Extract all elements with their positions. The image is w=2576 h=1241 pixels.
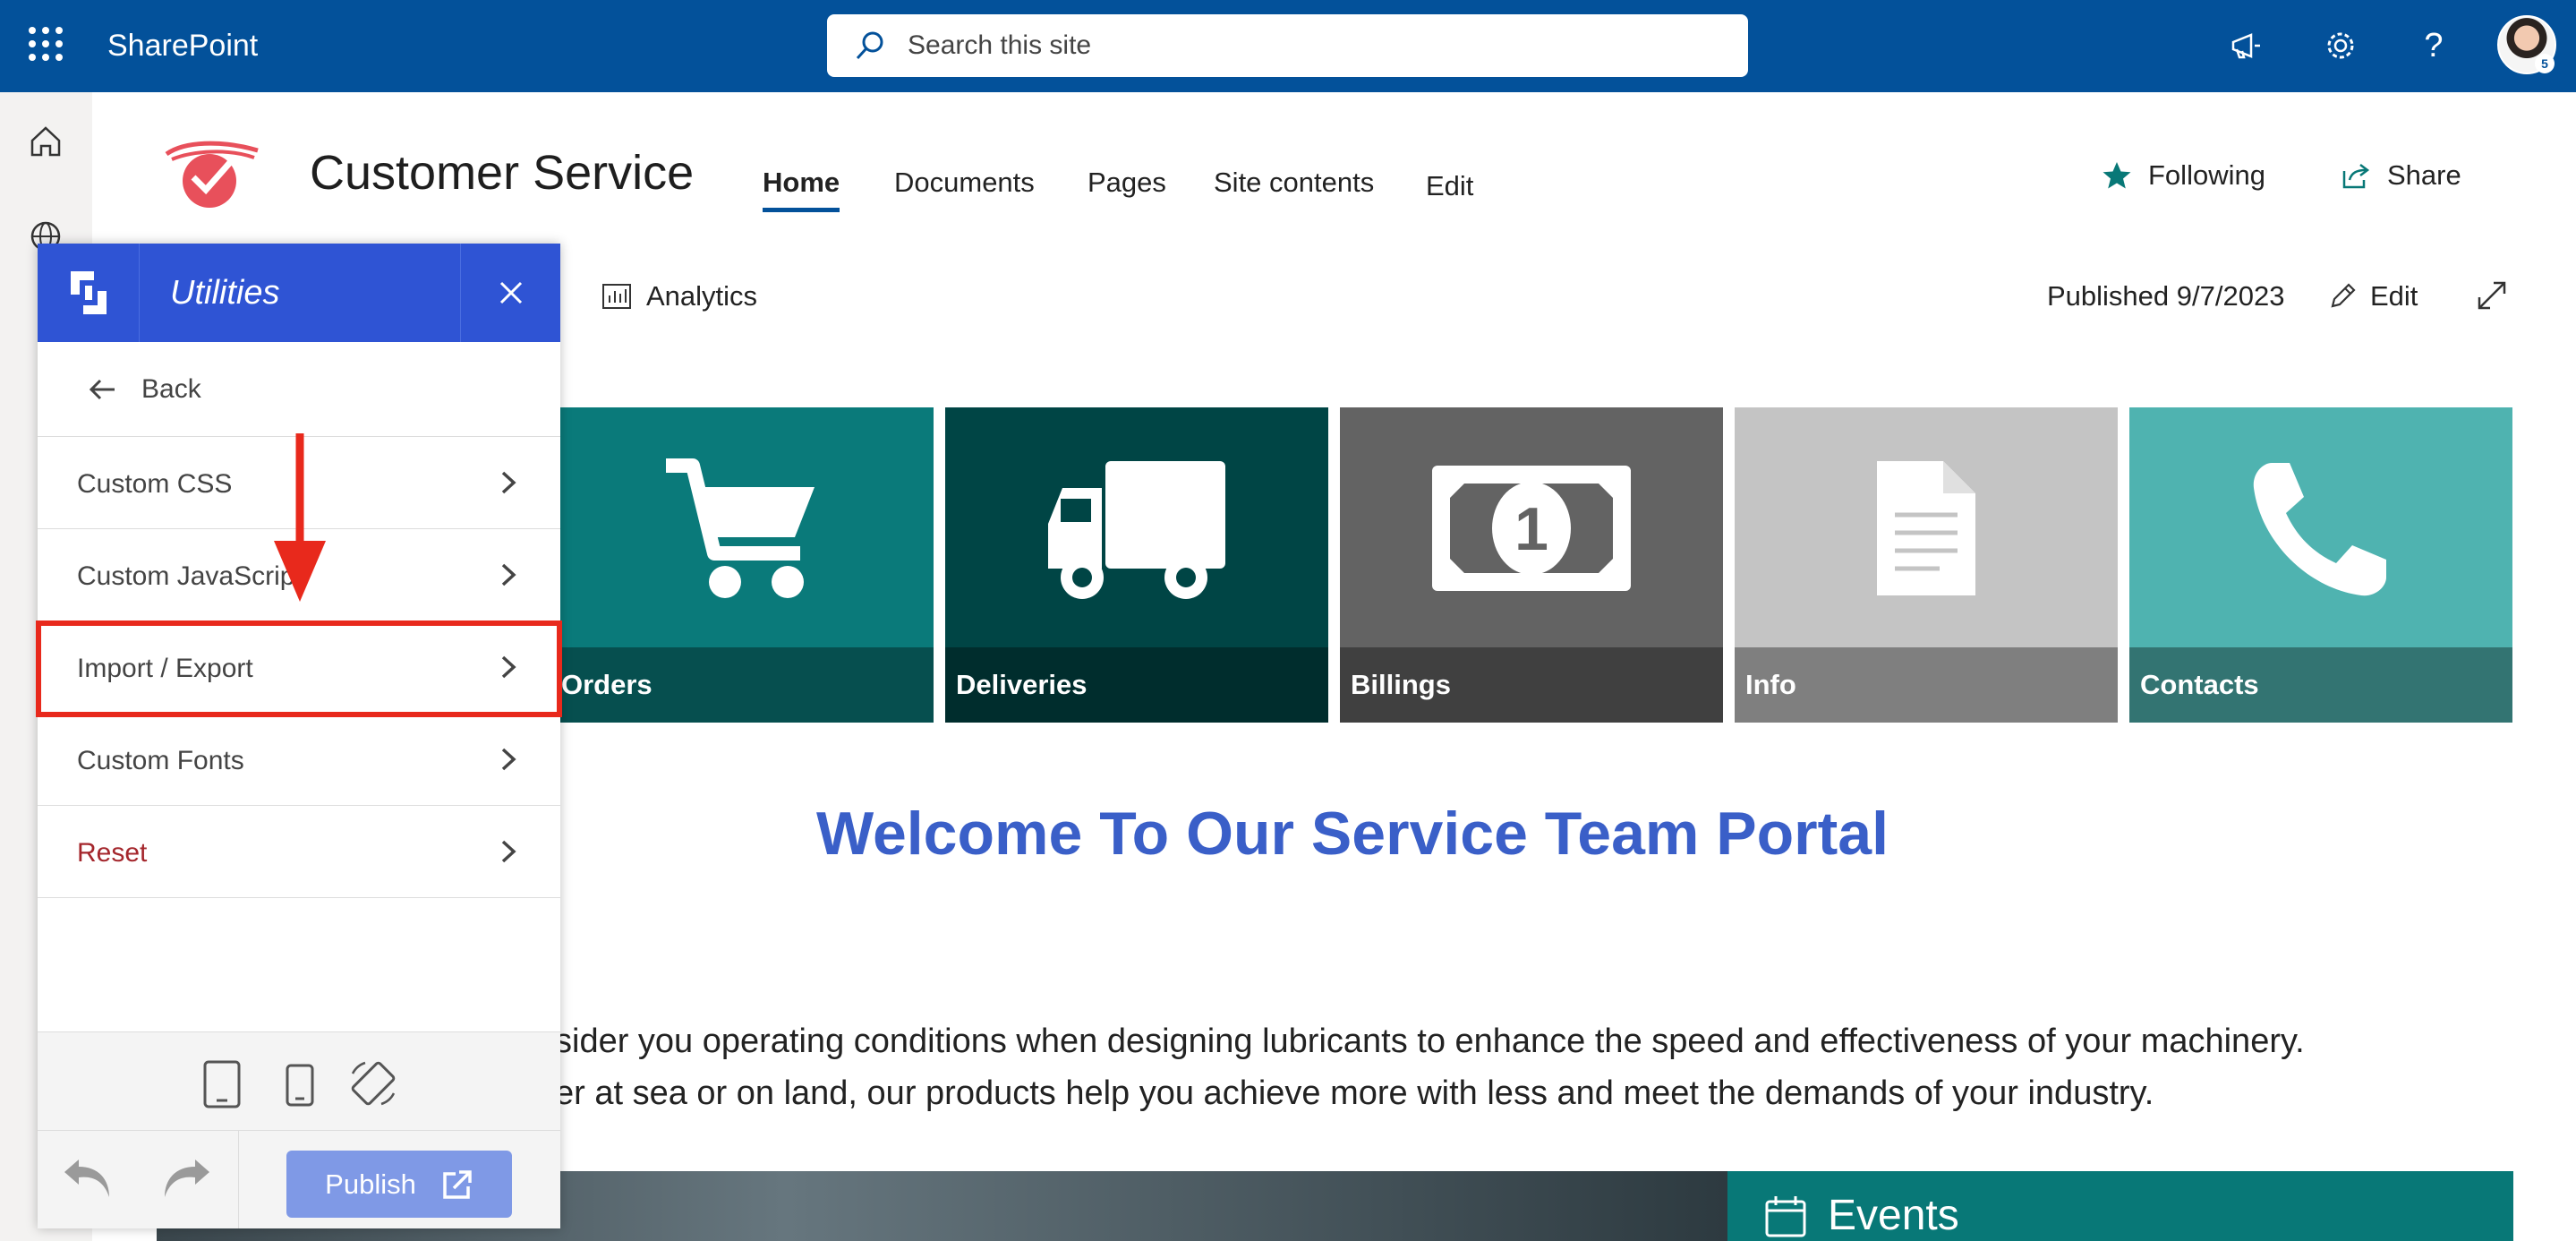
chevron-right-icon [501,471,516,494]
tile-orders[interactable]: Orders [550,407,934,723]
tile-orders-label: Orders [550,647,934,723]
app-launcher-icon[interactable] [29,27,63,61]
expand-icon[interactable] [2474,278,2510,313]
intro-paragraph-line-1: sider you operating conditions when desi… [555,1023,2305,1060]
svg-text:1: 1 [1514,495,1548,563]
welcome-heading: Welcome To Our Service Team Portal [816,800,1889,868]
nav-home[interactable]: Home [763,167,840,212]
external-link-icon [443,1169,472,1199]
published-status: Published 9/7/2023 [2047,280,2285,312]
back-button[interactable]: Back [38,342,560,437]
edit-label: Edit [2370,280,2418,312]
undo-icon [64,1160,109,1197]
edit-page-button[interactable]: Edit [2327,280,2418,312]
chevron-right-icon [501,840,516,863]
site-logo[interactable] [158,133,265,213]
tablet-icon[interactable] [202,1059,242,1109]
redo-icon [165,1160,209,1197]
publish-label: Publish [325,1168,416,1200]
redo-button[interactable] [150,1143,222,1214]
chevron-right-icon [501,748,516,771]
divider [238,1130,239,1228]
site-title[interactable]: Customer Service [310,145,694,201]
tile-billings[interactable]: 1 Billings [1340,407,1723,723]
phone-icon [2253,463,2386,596]
calendar-icon [1765,1196,1806,1237]
document-icon [1877,461,1975,595]
close-icon [499,281,522,304]
search-box[interactable] [827,14,1748,77]
tile-contacts[interactable]: Contacts [2129,407,2512,723]
menu-item-label: Reset [77,838,148,868]
nav-site-contents[interactable]: Site contents [1214,167,1374,199]
analytics-icon [602,284,631,309]
gear-icon[interactable] [2318,23,2363,68]
utilities-panel: Utilities Back Custom CSS Custom JavaScr… [38,244,560,1228]
share-label: Share [2387,159,2461,191]
cart-icon [666,458,815,598]
arrow-left-icon [89,379,115,399]
suite-bar: SharePoint ? 5 [0,0,2576,92]
pencil-icon [2331,283,2356,308]
rotate-device-icon[interactable] [347,1057,399,1109]
events-title: Events [1828,1192,1959,1239]
nav-edit[interactable]: Edit [1426,170,1473,202]
tile-info-label: Info [1735,647,2118,723]
search-input[interactable] [908,30,1713,61]
menu-item-custom-fonts[interactable]: Custom Fonts [38,714,560,806]
events-webpart[interactable]: Events [1727,1171,2513,1241]
share-button[interactable]: Share [2341,159,2461,192]
share-icon [2342,164,2370,189]
tile-billings-label: Billings [1340,647,1723,723]
nav-pages[interactable]: Pages [1088,167,1166,199]
search-icon [856,31,883,60]
notification-badge: 5 [2535,54,2555,73]
home-icon[interactable] [27,123,64,160]
megaphone-icon[interactable] [2223,23,2268,68]
menu-item-label: Custom Fonts [77,746,244,775]
menu-item-reset[interactable]: Reset [38,806,560,898]
highlight-box [36,620,562,717]
following-label: Following [2148,159,2265,191]
following-button[interactable]: Following [2102,159,2265,192]
utilities-title: Utilities [170,274,280,312]
menu-item-label: Custom CSS [77,469,233,499]
nav-documents[interactable]: Documents [894,167,1035,199]
tile-deliveries-label: Deliveries [945,647,1328,723]
app-name[interactable]: SharePoint [107,29,258,64]
undo-button[interactable] [52,1143,124,1214]
intro-paragraph-line-2: er at sea or on land, our products help … [555,1074,2154,1112]
utilities-logo-icon [38,244,140,342]
analytics-label: Analytics [646,280,758,312]
money-icon: 1 [1432,466,1631,591]
publish-button[interactable]: Publish [286,1151,512,1218]
back-label: Back [141,373,201,404]
tile-deliveries[interactable]: Deliveries [945,407,1328,723]
utilities-header: Utilities [38,244,560,342]
close-button[interactable] [460,244,560,342]
star-icon [2103,162,2131,189]
truck-icon [1048,461,1225,599]
red-arrow-annotation [274,433,326,602]
tile-info[interactable]: Info [1735,407,2118,723]
mobile-icon[interactable] [285,1063,315,1108]
tile-contacts-label: Contacts [2129,647,2512,723]
device-preview-bar [38,1031,560,1130]
help-icon[interactable]: ? [2411,23,2456,68]
chevron-right-icon [501,563,516,586]
analytics-button[interactable]: Analytics [601,280,757,312]
